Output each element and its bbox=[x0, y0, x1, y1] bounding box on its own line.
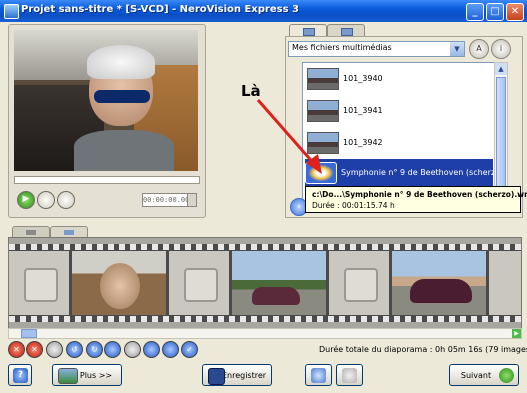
list-item[interactable]: 101_3941 bbox=[307, 97, 493, 125]
storyboard-scrollbar[interactable]: ▶ bbox=[8, 328, 522, 339]
save-label: Enregistrer bbox=[221, 371, 267, 380]
media-source-dropdown[interactable]: Mes fichiers multimédias ▼ bbox=[288, 41, 465, 57]
item-label: 101_3941 bbox=[343, 106, 383, 115]
app-icon[interactable] bbox=[4, 4, 19, 19]
fullscreen-button[interactable] bbox=[57, 191, 75, 209]
delete-all-button[interactable]: ✕ bbox=[26, 341, 43, 358]
transition-slot[interactable] bbox=[169, 251, 229, 315]
photo-thumbnail bbox=[307, 100, 339, 122]
media-tooltip: c:\Do...\Symphonie n° 9 de Beethoven (sc… bbox=[305, 186, 527, 213]
scrollbar-thumb[interactable] bbox=[496, 77, 506, 197]
preview-seek-bar[interactable] bbox=[14, 176, 200, 184]
preview-image bbox=[14, 30, 198, 171]
tooltip-path: c:\Do...\Symphonie n° 9 de Beethoven (sc… bbox=[312, 190, 527, 199]
item-label: 101_3942 bbox=[343, 138, 383, 147]
storyboard-photo[interactable] bbox=[392, 251, 486, 315]
chevron-down-icon[interactable]: ▼ bbox=[450, 42, 464, 56]
undo-button[interactable] bbox=[305, 364, 332, 386]
item-label: Symphonie n° 9 de Beethoven (scherzo) bbox=[341, 168, 496, 177]
item-label: 101_3940 bbox=[343, 74, 383, 83]
filmstrip bbox=[9, 244, 521, 322]
preview-panel: ▶ 00:00:00.00 bbox=[8, 24, 206, 218]
list-item[interactable]: 101_3942 bbox=[307, 129, 493, 157]
title-bar: Projet sans-titre * [S-VCD] - NeroVision… bbox=[0, 0, 527, 22]
maximize-button[interactable]: □ bbox=[486, 3, 504, 21]
storyboard-photo[interactable] bbox=[232, 251, 326, 315]
folder-icon bbox=[303, 28, 315, 36]
auto-fit-button[interactable]: ✓ bbox=[181, 341, 198, 358]
redo-button[interactable] bbox=[336, 364, 363, 386]
rotate-right-button[interactable]: ↻ bbox=[86, 341, 103, 358]
next-button[interactable]: Suivant bbox=[449, 364, 519, 386]
copy-button[interactable] bbox=[46, 341, 63, 358]
image-icon bbox=[58, 368, 78, 384]
window-title: Projet sans-titre * [S-VCD] - NeroVision… bbox=[21, 4, 299, 15]
dropdown-value: Mes fichiers multimédias bbox=[292, 43, 392, 52]
list-item[interactable]: 101_3940 bbox=[307, 65, 493, 93]
audio-file-icon bbox=[305, 162, 337, 184]
media-list[interactable]: 101_3940 101_3941 101_3942 Symphonie n° … bbox=[302, 62, 496, 206]
forward-arrow-icon bbox=[499, 368, 514, 383]
grid-icon bbox=[341, 28, 353, 36]
timecode-spinner[interactable] bbox=[187, 193, 197, 207]
transition-slot[interactable] bbox=[9, 251, 69, 315]
transition-slot[interactable] bbox=[329, 251, 389, 315]
more-button[interactable]: Plus >> bbox=[52, 364, 122, 386]
scrollbar-thumb[interactable] bbox=[21, 329, 37, 338]
transition-slot[interactable] bbox=[489, 251, 521, 315]
timeline-icon bbox=[64, 230, 74, 235]
annotation-label: Là bbox=[241, 82, 261, 100]
effects-button[interactable] bbox=[104, 341, 121, 358]
play-icon: ▶ bbox=[22, 194, 30, 204]
photo-thumbnail bbox=[307, 132, 339, 154]
media-options-button[interactable]: i bbox=[491, 39, 511, 59]
slideshow-duration: Durée totale du diaporama : 0h 05m 16s (… bbox=[319, 345, 527, 354]
help-button[interactable]: ? bbox=[8, 364, 32, 386]
stop-button[interactable] bbox=[37, 191, 55, 209]
more-label: Plus >> bbox=[79, 371, 113, 380]
next-label: Suivant bbox=[460, 371, 492, 380]
close-button[interactable]: ✕ bbox=[506, 3, 524, 21]
delete-button[interactable]: ✕ bbox=[8, 341, 25, 358]
play-button[interactable]: ▶ bbox=[17, 191, 35, 209]
photo-thumbnail bbox=[307, 68, 339, 90]
shuffle-button[interactable] bbox=[162, 341, 179, 358]
add-media-button[interactable]: A bbox=[469, 39, 489, 59]
media-scrollbar[interactable]: ▲ bbox=[494, 62, 508, 206]
scroll-right-icon[interactable]: ▶ bbox=[512, 329, 521, 338]
tooltip-duration: Durée : 00:01:15.74 h bbox=[312, 201, 395, 210]
redo-icon bbox=[342, 368, 357, 383]
floppy-icon bbox=[208, 368, 225, 385]
sort-button[interactable] bbox=[143, 341, 160, 358]
storyboard[interactable] bbox=[8, 237, 522, 329]
timecode-field[interactable]: 00:00:00.00 bbox=[142, 193, 189, 207]
storyboard-photo[interactable] bbox=[72, 251, 166, 315]
camera-icon bbox=[26, 230, 36, 235]
crop-button[interactable] bbox=[124, 341, 141, 358]
undo-icon bbox=[311, 368, 326, 383]
minimize-button[interactable]: _ bbox=[466, 3, 484, 21]
rotate-left-button[interactable]: ↺ bbox=[66, 341, 83, 358]
save-button[interactable]: Enregistrer bbox=[202, 364, 272, 386]
scroll-up-icon[interactable]: ▲ bbox=[495, 63, 507, 75]
list-item-selected[interactable]: Symphonie n° 9 de Beethoven (scherzo) bbox=[305, 159, 496, 187]
help-icon: ? bbox=[13, 368, 28, 383]
